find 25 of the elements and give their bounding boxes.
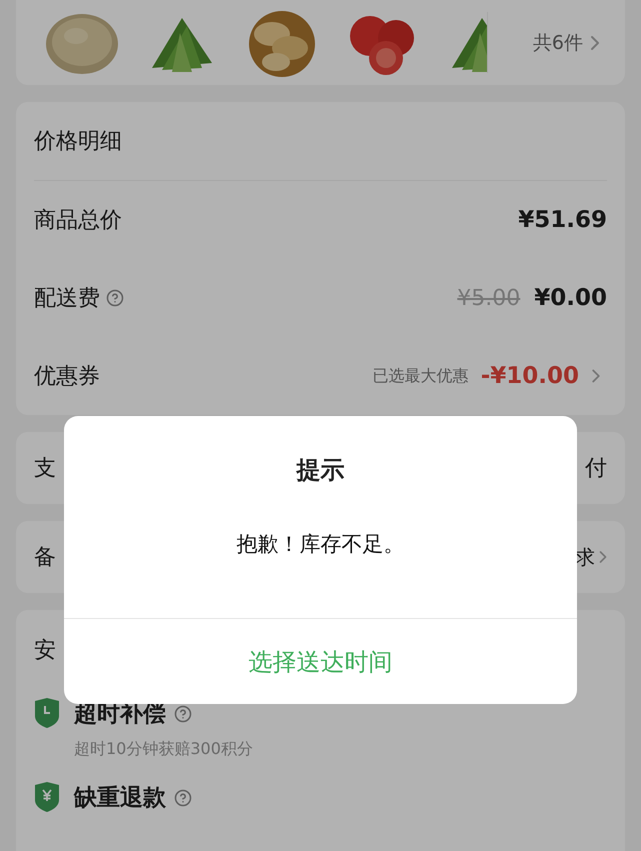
help-icon[interactable] [174, 704, 192, 722]
coupon-note: 已选最大优惠 [372, 366, 469, 386]
row-label: 备 [34, 544, 56, 572]
dialog-title: 提示 [296, 455, 344, 486]
price-value: ¥0.00 [534, 285, 607, 311]
shield-icon [34, 782, 60, 812]
shield-icon [34, 698, 60, 728]
row-value: 求 [575, 544, 595, 570]
row-label: 支 [34, 455, 56, 483]
help-icon[interactable] [174, 788, 192, 806]
row-label: 配送费 [34, 285, 100, 313]
row-label: 优惠券 [34, 363, 100, 391]
assurance-description: 超时10分钟获赔300积分 [74, 739, 253, 760]
price-value: ¥51.69 [518, 207, 607, 233]
price-value: -¥10.00 [480, 363, 579, 389]
section-title: 价格明细 [34, 102, 607, 181]
choose-time-button[interactable]: 选择送达时间 [64, 618, 577, 704]
help-icon[interactable] [106, 289, 124, 307]
item-count[interactable]: 共6件 [532, 30, 583, 56]
dialog-message: 抱歉！库存不足。 [236, 531, 404, 558]
row-value: 付 [585, 455, 607, 483]
row-label: 商品总价 [34, 207, 122, 235]
original-price: ¥5.00 [457, 286, 520, 310]
assurance-title: 缺重退款 [74, 784, 166, 813]
section-title: 安 [34, 637, 56, 665]
